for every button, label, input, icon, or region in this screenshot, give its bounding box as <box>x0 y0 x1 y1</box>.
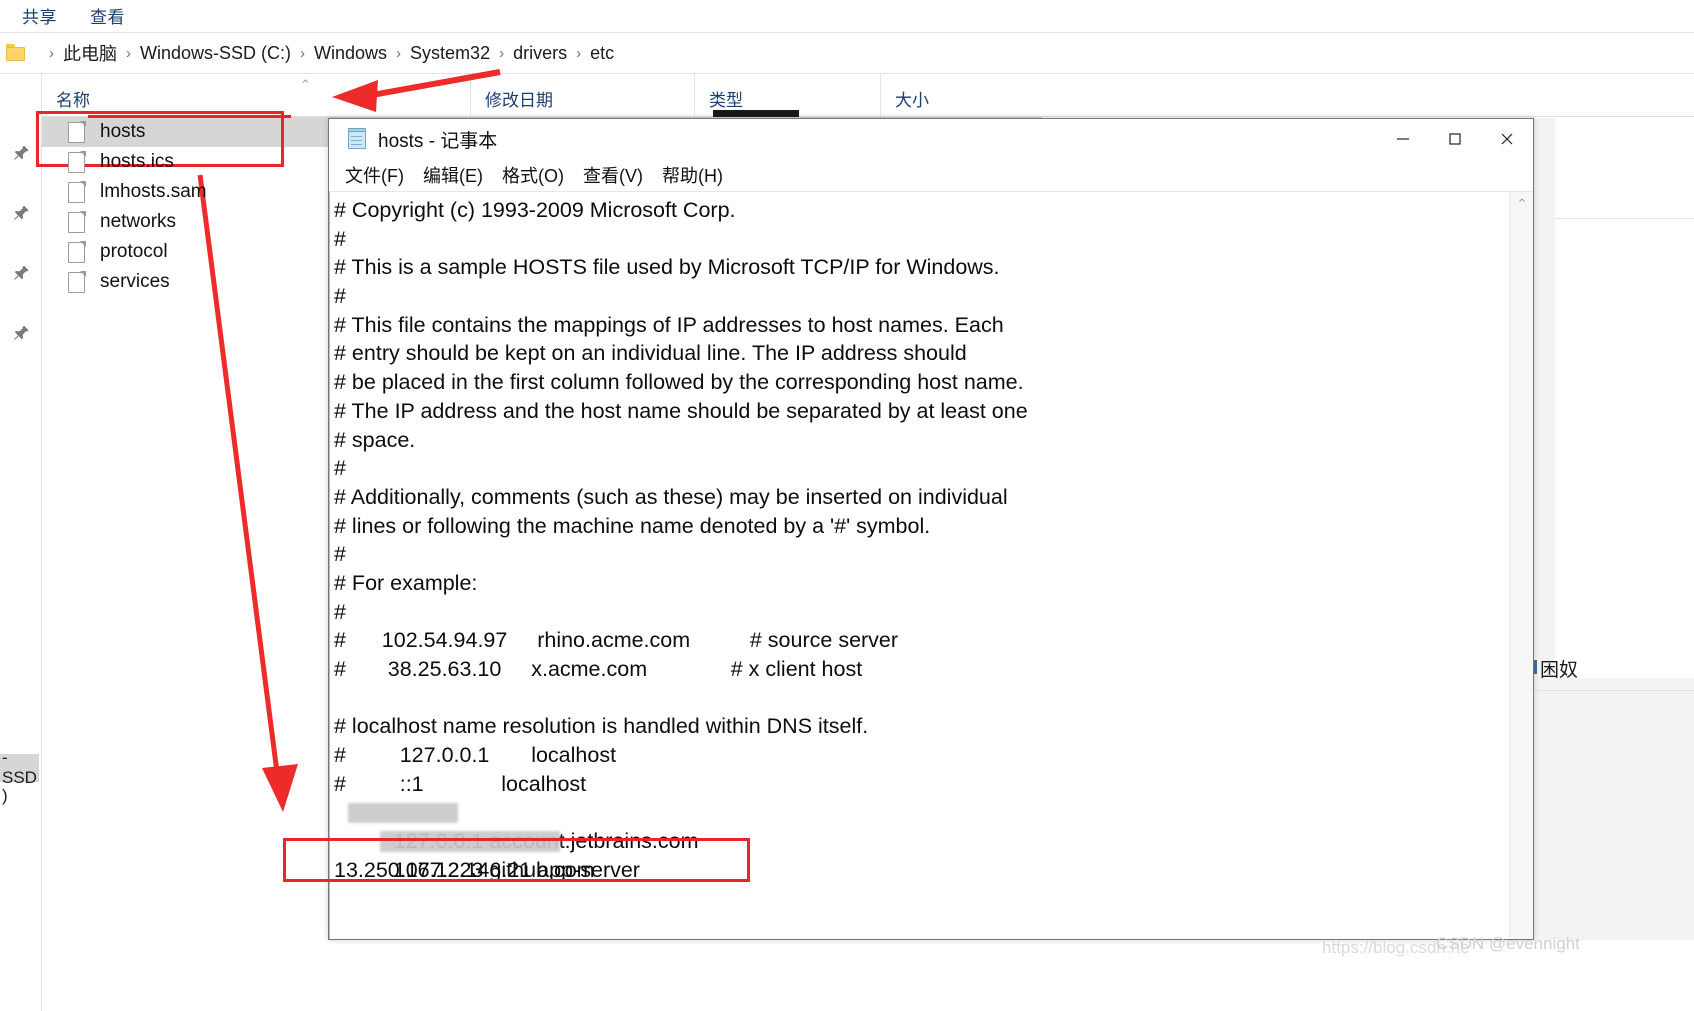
pin-icon[interactable] <box>13 144 30 162</box>
ribbon-tab-share[interactable]: 共享 <box>22 3 57 28</box>
window-controls <box>1377 119 1533 159</box>
notepad-scrollbar[interactable]: ⌃ <box>1509 192 1533 939</box>
maximize-icon[interactable] <box>1429 119 1481 159</box>
pin-icon[interactable] <box>13 264 30 282</box>
redaction-blur <box>348 803 458 824</box>
menu-item-view[interactable]: 查看(V) <box>583 162 643 188</box>
menu-item-help[interactable]: 帮助(H) <box>662 162 723 188</box>
menu-item-file[interactable]: 文件(F) <box>345 162 404 188</box>
text-line: # localhost name resolution is handled w… <box>334 714 869 739</box>
text-line: # <box>334 542 346 567</box>
text-line: # This file contains the mappings of IP … <box>334 312 1004 337</box>
text-line: # 127.0.0.1 localhost <box>334 743 617 768</box>
breadcrumb-item-etc[interactable]: etc <box>590 43 614 64</box>
column-header-size-label: 大小 <box>895 91 929 110</box>
close-icon[interactable] <box>1481 119 1533 159</box>
text-line: # <box>334 599 346 624</box>
column-header-size[interactable]: 大小 <box>880 74 1006 117</box>
file-name-label: networks <box>100 211 177 232</box>
breadcrumb-separator-icon: › <box>499 44 505 62</box>
file-name-label: services <box>100 271 170 292</box>
ribbon-tab-view[interactable]: 查看 <box>90 3 125 28</box>
breadcrumb-separator-icon: › <box>396 44 402 62</box>
pin-icon[interactable] <box>13 324 30 342</box>
breadcrumb-separator-icon: › <box>300 44 306 62</box>
breadcrumb-item-drivers[interactable]: drivers <box>513 43 567 64</box>
column-header-name[interactable]: 名称 ⌃ <box>42 74 470 117</box>
pin-icon[interactable] <box>13 204 30 222</box>
text-line: 106.12.146.21 app-server <box>334 827 1509 882</box>
background-text-fragment: 困奴 <box>1540 660 1579 681</box>
explorer-ribbon-tabs: 共享 查看 <box>0 0 1694 32</box>
file-name-label: hosts.ics <box>100 151 174 172</box>
text-line: # Copyright (c) 1993-2009 Microsoft Corp… <box>334 198 736 222</box>
column-header-type-label: 类型 <box>709 91 743 110</box>
breadcrumb-separator-icon: › <box>576 44 582 62</box>
file-name-label: lmhosts.sam <box>100 181 207 202</box>
breadcrumb-separator-icon: › <box>49 44 54 62</box>
column-header-date-modified[interactable]: 修改日期 <box>470 74 694 117</box>
menu-item-format[interactable]: 格式(O) <box>502 162 564 188</box>
text-line: # ::1 localhost <box>334 771 587 796</box>
document-icon <box>68 120 86 143</box>
redaction-blur <box>380 831 560 853</box>
text-line: # <box>334 226 346 251</box>
notepad-text-area[interactable]: # Copyright (c) 1993-2009 Microsoft Corp… <box>329 192 1509 939</box>
background-divider <box>1534 690 1694 691</box>
text-line: # For example: <box>334 570 478 595</box>
breadcrumb-item-windows-ssd[interactable]: Windows-SSD (C:) <box>140 43 291 64</box>
text-line: # <box>334 284 346 309</box>
text-line-content: 106.12.146.21 app-server <box>393 857 640 882</box>
breadcrumb: › 此电脑 › Windows-SSD (C:) › Windows › Sys… <box>40 40 614 66</box>
notepad-menu-bar: 文件(F) 编辑(E) 格式(O) 查看(V) 帮助(H) <box>329 159 1533 191</box>
file-name-label: hosts <box>100 121 146 142</box>
breadcrumb-item-this-pc[interactable]: 此电脑 <box>63 40 117 66</box>
text-line <box>334 684 1509 713</box>
text-line: # The IP address and the host name shoul… <box>334 398 1028 423</box>
document-icon <box>68 150 86 173</box>
notepad-title-bar[interactable]: hosts - 记事本 <box>329 119 1533 159</box>
background-white-strip <box>1555 118 1694 678</box>
notepad-icon <box>346 128 368 150</box>
navigation-pane-rail: -SSD ) <box>0 74 42 1011</box>
breadcrumb-separator-icon: › <box>126 44 131 62</box>
column-header-date-label: 修改日期 <box>485 91 553 110</box>
text-line: # space. <box>334 427 416 452</box>
text-line: # 38.25.63.10 x.acme.com # x client host <box>334 657 863 681</box>
notepad-body: # Copyright (c) 1993-2009 Microsoft Corp… <box>329 191 1533 939</box>
text-line: # This is a sample HOSTS file used by Mi… <box>334 255 1000 280</box>
text-line: # Additionally, comments (such as these)… <box>334 484 1008 509</box>
text-line: # be placed in the first column followed… <box>334 370 1024 395</box>
column-header-name-label: 名称 <box>56 91 90 110</box>
file-name-label: protocol <box>100 241 168 262</box>
text-line: 127.0.0.1 account.jetbrains.com <box>334 798 1509 853</box>
text-line: # <box>334 456 346 481</box>
document-icon <box>68 180 86 203</box>
notepad-title-label: hosts - 记事本 <box>378 130 498 152</box>
nav-item-windows-ssd-fragment[interactable]: -SSD <box>0 748 39 787</box>
document-icon <box>68 210 86 233</box>
breadcrumb-item-system32[interactable]: System32 <box>410 43 490 64</box>
folder-icon <box>6 44 28 62</box>
document-icon <box>68 240 86 263</box>
menu-item-edit[interactable]: 编辑(E) <box>423 162 483 188</box>
text-line: # 102.54.94.97 rhino.acme.com # source s… <box>334 628 899 653</box>
sort-ascending-icon: ⌃ <box>300 77 311 92</box>
background-divider <box>1555 218 1694 219</box>
breadcrumb-item-windows[interactable]: Windows <box>314 43 387 64</box>
notepad-window: hosts - 记事本 文件(F) 编辑(E) 格式(O) 查看(V) 帮助(H… <box>328 118 1534 940</box>
annotation-underline-name-column <box>88 115 291 118</box>
text-line: # entry should be kept on an individual … <box>334 341 967 366</box>
address-bar[interactable]: › 此电脑 › Windows-SSD (C:) › Windows › Sys… <box>0 33 1694 73</box>
column-header-row: 名称 ⌃ 修改日期 类型 大小 <box>42 74 1694 117</box>
scroll-up-icon[interactable]: ⌃ <box>1510 192 1533 216</box>
screen: 共享 查看 › 此电脑 › Windows-SSD (C:) › Windows… <box>0 0 1694 1011</box>
watermark-url: https://blog.csdn.ne <box>1322 938 1470 957</box>
text-line: # lines or following the machine name de… <box>334 513 931 538</box>
minimize-icon[interactable] <box>1377 119 1429 159</box>
nav-item-paren-fragment: ) <box>2 786 8 805</box>
document-icon <box>68 270 86 293</box>
